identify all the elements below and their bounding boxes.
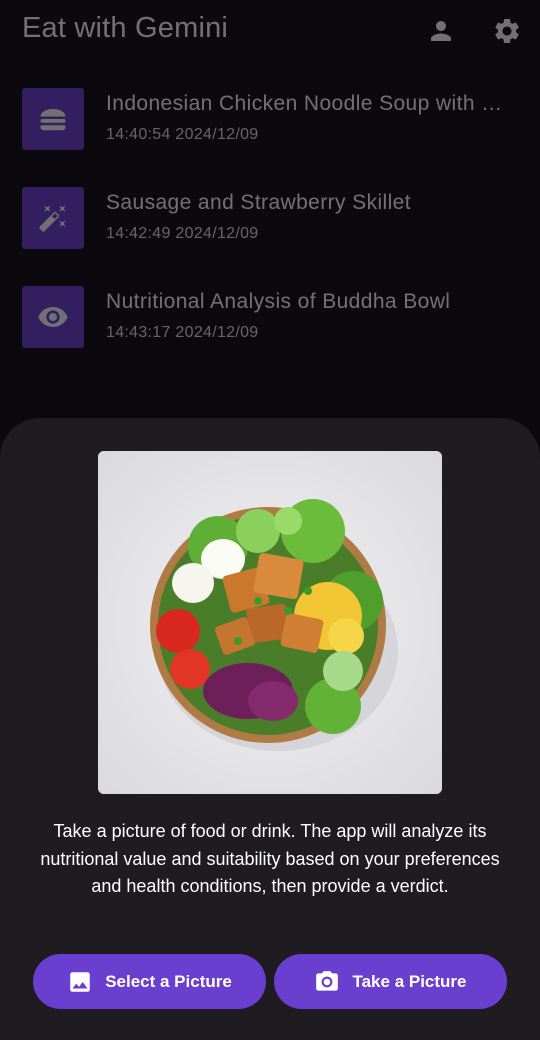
history-item-title: Sausage and Strawberry Skillet xyxy=(106,191,411,214)
history-item-time: 14:43:17 2024/12/09 xyxy=(106,324,259,341)
history-item-title: Nutritional Analysis of Buddha Bowl xyxy=(106,290,451,313)
select-picture-button[interactable]: Select a Picture xyxy=(33,954,266,1009)
food-photo xyxy=(98,451,442,794)
app-title: Eat with Gemini xyxy=(22,12,229,44)
history-item-time: 14:42:49 2024/12/09 xyxy=(106,225,259,242)
take-picture-label: Take a Picture xyxy=(352,971,467,991)
burger-icon xyxy=(38,104,68,134)
select-picture-label: Select a Picture xyxy=(105,971,232,991)
gear-icon[interactable] xyxy=(492,16,522,46)
bottom-sheet: Take a picture of food or drink. The app… xyxy=(0,418,540,1040)
history-item[interactable]: Nutritional Analysis of Buddha Bowl 14:4… xyxy=(22,286,510,348)
history-item[interactable]: Indonesian Chicken Noodle Soup with Vege… xyxy=(22,88,510,150)
eye-icon xyxy=(37,301,69,333)
magic-wand-icon xyxy=(38,203,68,233)
history-item-time: 14:40:54 2024/12/09 xyxy=(106,126,259,143)
history-item[interactable]: Sausage and Strawberry Skillet 14:42:49 … xyxy=(22,187,510,249)
history-item-title: Indonesian Chicken Noodle Soup with Vege… xyxy=(106,92,510,115)
instruction-text: Take a picture of food or drink. The app… xyxy=(40,821,500,896)
image-icon xyxy=(67,969,93,995)
history-item-tile xyxy=(22,286,84,348)
camera-icon xyxy=(314,969,340,995)
history-item-tile xyxy=(22,187,84,249)
take-picture-button[interactable]: Take a Picture xyxy=(274,954,507,1009)
history-item-tile xyxy=(22,88,84,150)
person-icon[interactable] xyxy=(426,16,456,46)
